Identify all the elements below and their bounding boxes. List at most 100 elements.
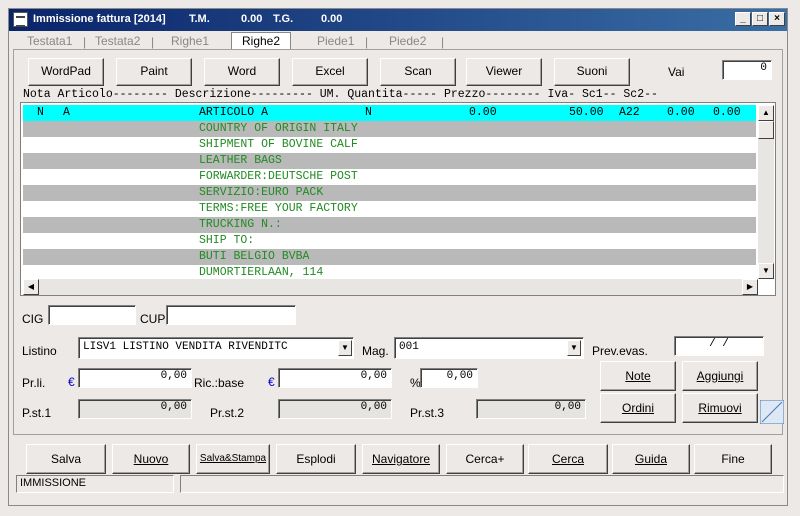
nuovo-button[interactable]: Nuovo — [112, 444, 190, 474]
cup-label: CUP — [140, 312, 166, 326]
cell-descrizione: DUMORTIERLAAN, 114 — [199, 266, 324, 279]
percent-input[interactable]: 0,00 — [420, 368, 478, 388]
scroll-down-icon[interactable]: ▼ — [758, 263, 774, 279]
lines-grid: N A ARTICOLO A N 0.00 50.00 A22 0.00 0.0… — [20, 102, 776, 296]
cell-prezzo: 50.00 — [569, 106, 604, 119]
table-row[interactable]: BUTI BELGIO BVBA — [23, 249, 756, 265]
resize-corner-icon[interactable] — [760, 400, 784, 424]
guida-button[interactable]: Guida — [612, 444, 690, 474]
status-mode: IMMISSIONE — [16, 475, 174, 493]
note-button[interactable]: Note — [600, 361, 676, 391]
esplodi-button[interactable]: Esplodi — [276, 444, 356, 474]
vai-label: Vai — [668, 65, 685, 79]
scroll-left-icon[interactable]: ◀ — [23, 279, 39, 295]
table-row[interactable]: SERVIZIO:EURO PACK — [23, 185, 756, 201]
suoni-button[interactable]: Suoni — [554, 58, 630, 86]
horizontal-scrollbar[interactable]: ◀ ▶ — [23, 279, 758, 295]
cell-um: N — [365, 106, 372, 119]
cell-descrizione: ARTICOLO A — [199, 106, 269, 119]
tab-testata2[interactable]: Testata2 — [95, 34, 140, 48]
euro-icon: € — [268, 375, 275, 389]
cell-sc2: 0.00 — [713, 106, 741, 119]
table-row[interactable]: SHIPMENT OF BOVINE CALF — [23, 137, 756, 153]
tg-label: T.G. — [273, 13, 294, 25]
salva-stampa-button[interactable]: Salva&Stampa — [196, 444, 270, 474]
prli-input[interactable]: 0,00 — [78, 368, 192, 388]
cell-sc1: 0.00 — [667, 106, 695, 119]
cell-descrizione: BUTI BELGIO BVBA — [199, 250, 310, 263]
scroll-up-icon[interactable]: ▲ — [758, 105, 774, 121]
tab-bar: Testata1 | Testata2 | Righe1 Righe2 Pied… — [9, 32, 787, 51]
table-row-selected[interactable]: N A ARTICOLO A N 0.00 50.00 A22 0.00 0.0… — [23, 105, 756, 121]
word-button[interactable]: Word — [204, 58, 280, 86]
listino-select[interactable]: LISV1 LISTINO VENDITA RIVENDITC — [78, 337, 354, 359]
ricbase-label: Ric.:base — [194, 376, 245, 390]
cig-label: CIG — [22, 312, 44, 326]
prev-evas-input[interactable]: / / — [674, 336, 764, 356]
listino-label: Listino — [22, 344, 57, 358]
prst2-label: Pr.st.2 — [210, 406, 245, 420]
cell-descrizione: SHIP TO: — [199, 234, 255, 247]
tab-piede2[interactable]: Piede2 — [389, 34, 426, 48]
prev-evas-label: Prev.evas. — [592, 344, 648, 358]
prst1-input: 0,00 — [78, 399, 192, 419]
close-button[interactable]: × — [769, 12, 785, 26]
prst3-input: 0,00 — [476, 399, 586, 419]
fine-button[interactable]: Fine — [694, 444, 772, 474]
tab-separator: | — [83, 35, 87, 49]
scan-button[interactable]: Scan — [380, 58, 456, 86]
app-icon[interactable] — [13, 12, 28, 27]
table-row[interactable]: DUMORTIERLAAN, 114 — [23, 265, 756, 279]
mag-select[interactable]: 001 — [394, 337, 584, 359]
tm-label: T.M. — [189, 13, 210, 25]
cell-descrizione: COUNTRY OF ORIGIN ITALY — [199, 122, 358, 135]
tab-righe1[interactable]: Righe1 — [171, 34, 209, 48]
excel-button[interactable]: Excel — [292, 58, 368, 86]
table-row[interactable]: TRUCKING N.: — [23, 217, 756, 233]
chevron-down-icon[interactable]: ▼ — [338, 340, 352, 356]
grid-header: Nota Articolo-------- Descrizione-------… — [23, 88, 658, 101]
maximize-button[interactable]: □ — [752, 12, 768, 26]
chevron-down-icon[interactable]: ▼ — [567, 340, 581, 356]
salva-button[interactable]: Salva — [26, 444, 106, 474]
cell-descrizione: FORWARDER:DEUTSCHE POST — [199, 170, 358, 183]
wordpad-button[interactable]: WordPad — [28, 58, 104, 86]
tg-value: 0.00 — [321, 13, 343, 25]
navigatore-button[interactable]: Navigatore — [362, 444, 440, 474]
table-row[interactable]: SHIP TO: — [23, 233, 756, 249]
aggiungi-button[interactable]: Aggiungi — [682, 361, 758, 391]
table-row[interactable]: TERMS:FREE YOUR FACTORY — [23, 201, 756, 217]
rimuovi-button[interactable]: Rimuovi — [682, 393, 758, 423]
cerca-plus-button[interactable]: Cerca+ — [446, 444, 524, 474]
tab-testata1[interactable]: Testata1 — [27, 34, 72, 48]
mag-label: Mag. — [362, 344, 389, 358]
paint-button[interactable]: Paint — [116, 58, 192, 86]
scroll-thumb[interactable] — [758, 121, 774, 139]
prst3-label: Pr.st.3 — [410, 406, 445, 420]
prst1-label: P.st.1 — [22, 406, 52, 420]
viewer-button[interactable]: Viewer — [466, 58, 542, 86]
euro-icon: € — [68, 375, 75, 389]
cell-descrizione: TRUCKING N.: — [199, 218, 282, 231]
vai-input[interactable]: 0 — [722, 60, 772, 80]
cell-descrizione: SERVIZIO:EURO PACK — [199, 186, 324, 199]
scroll-right-icon[interactable]: ▶ — [742, 279, 758, 295]
cig-input[interactable] — [48, 305, 136, 325]
tab-piede1[interactable]: Piede1 — [317, 34, 354, 48]
cup-input[interactable] — [166, 305, 296, 325]
cell-descrizione: LEATHER BAGS — [199, 154, 282, 167]
title-bar[interactable]: Immissione fattura [2014] T.M. 0.00 T.G.… — [9, 9, 787, 31]
minimize-button[interactable]: _ — [735, 12, 751, 26]
ricbase-input[interactable]: 0,00 — [278, 368, 392, 388]
table-row[interactable]: FORWARDER:DEUTSCHE POST — [23, 169, 756, 185]
cerca-button[interactable]: Cerca — [528, 444, 608, 474]
table-row[interactable]: COUNTRY OF ORIGIN ITALY — [23, 121, 756, 137]
ordini-button[interactable]: Ordini — [600, 393, 676, 423]
prli-label: Pr.li. — [22, 376, 46, 390]
cell-descrizione: TERMS:FREE YOUR FACTORY — [199, 202, 358, 215]
table-row[interactable]: LEATHER BAGS — [23, 153, 756, 169]
prst2-input: 0,00 — [278, 399, 392, 419]
vertical-scrollbar[interactable]: ▲ ▼ — [758, 105, 774, 279]
tm-value: 0.00 — [241, 13, 263, 25]
status-message — [180, 475, 784, 493]
